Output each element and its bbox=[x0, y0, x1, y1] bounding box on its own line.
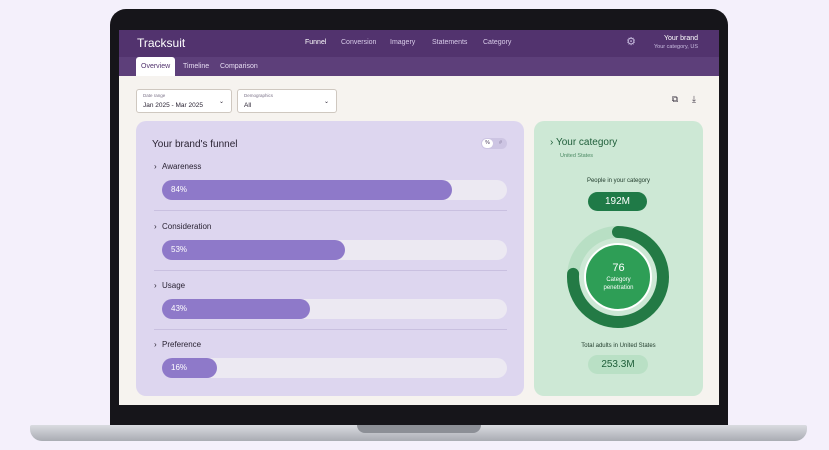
chevron-right-icon: › bbox=[154, 281, 157, 290]
date-range-value: Jan 2025 - Mar 2025 bbox=[143, 102, 203, 109]
awareness-bar-fill: 84% bbox=[162, 180, 452, 200]
category-card: › Your category United States People in … bbox=[534, 121, 703, 396]
demographics-value: All bbox=[244, 102, 252, 109]
consideration-value: 53% bbox=[171, 245, 188, 254]
people-in-category-value: 192M bbox=[588, 192, 647, 211]
penetration-label: Category penetration bbox=[603, 277, 634, 291]
consideration-bar: 53% bbox=[162, 240, 507, 260]
nav-item-funnel[interactable]: Funnel bbox=[305, 39, 326, 46]
people-in-category-label: People in your category bbox=[586, 178, 651, 184]
gear-icon[interactable]: ⚙ bbox=[625, 36, 637, 48]
divider bbox=[154, 210, 507, 211]
stage-label-awareness[interactable]: › Awareness bbox=[154, 162, 201, 171]
tab-timeline[interactable]: Timeline bbox=[178, 57, 214, 76]
date-range-select[interactable]: Date range Jan 2025 - Mar 2025 ⌄ bbox=[136, 89, 232, 113]
laptop-notch bbox=[357, 425, 481, 433]
top-navigation-bar: Tracksuit Funnel Conversion Imagery Stat… bbox=[119, 30, 719, 57]
divider bbox=[154, 270, 507, 271]
total-adults-value: 253.3M bbox=[588, 355, 648, 374]
usage-bar: 43% bbox=[162, 299, 507, 319]
funnel-title: Your brand's funnel bbox=[152, 139, 238, 150]
category-title[interactable]: › Your category bbox=[550, 137, 617, 148]
usage-bar-fill: 43% bbox=[162, 299, 311, 319]
awareness-bar: 84% bbox=[162, 180, 507, 200]
divider bbox=[154, 329, 507, 330]
download-icon[interactable]: ⤓ bbox=[689, 94, 699, 104]
preference-bar: 16% bbox=[162, 358, 507, 378]
total-adults-label: Total adults in United States bbox=[581, 343, 656, 349]
date-range-label: Date range bbox=[143, 93, 166, 98]
app-logo[interactable]: Tracksuit bbox=[137, 36, 185, 50]
nav-item-statements[interactable]: Statements bbox=[432, 39, 467, 46]
chevron-down-icon: ⌄ bbox=[323, 99, 329, 105]
preference-bar-fill: 16% bbox=[162, 358, 218, 378]
tab-comparison[interactable]: Comparison bbox=[215, 57, 263, 76]
stage-label-preference[interactable]: › Preference bbox=[154, 340, 201, 349]
toggle-count[interactable]: # bbox=[495, 139, 506, 148]
nav-item-category[interactable]: Category bbox=[483, 39, 511, 46]
demographics-label: Demographics bbox=[244, 93, 274, 98]
percent-count-toggle[interactable]: % # bbox=[481, 138, 507, 149]
tab-overview[interactable]: Overview bbox=[136, 57, 176, 76]
brand-name[interactable]: Your brand bbox=[664, 35, 698, 42]
preference-value: 16% bbox=[171, 363, 188, 372]
demographics-select[interactable]: Demographics All ⌄ bbox=[237, 89, 337, 113]
chevron-right-icon: › bbox=[154, 340, 157, 349]
awareness-value: 84% bbox=[171, 185, 188, 194]
stage-label-usage[interactable]: › Usage bbox=[154, 281, 185, 290]
chevron-right-icon: › bbox=[154, 162, 157, 171]
chevron-right-icon: › bbox=[154, 222, 157, 231]
brand-category: Your category, US bbox=[653, 44, 698, 50]
tab-bar: Overview Timeline Comparison bbox=[119, 57, 719, 76]
toggle-percent[interactable]: % bbox=[482, 139, 493, 148]
nav-item-imagery[interactable]: Imagery bbox=[390, 39, 415, 46]
usage-value: 43% bbox=[171, 304, 188, 313]
brand-funnel-card: Your brand's funnel % # › Awareness 84% ›… bbox=[136, 121, 524, 396]
nav-item-conversion[interactable]: Conversion bbox=[341, 39, 376, 46]
stage-label-consideration[interactable]: › Consideration bbox=[154, 222, 211, 231]
category-country: United States bbox=[560, 153, 594, 159]
app-screen: Tracksuit Funnel Conversion Imagery Stat… bbox=[119, 30, 719, 405]
consideration-bar-fill: 53% bbox=[162, 240, 345, 260]
copy-icon[interactable]: ⧉ bbox=[670, 94, 680, 104]
chevron-down-icon: ⌄ bbox=[218, 99, 224, 105]
penetration-value: 76 bbox=[612, 262, 625, 274]
